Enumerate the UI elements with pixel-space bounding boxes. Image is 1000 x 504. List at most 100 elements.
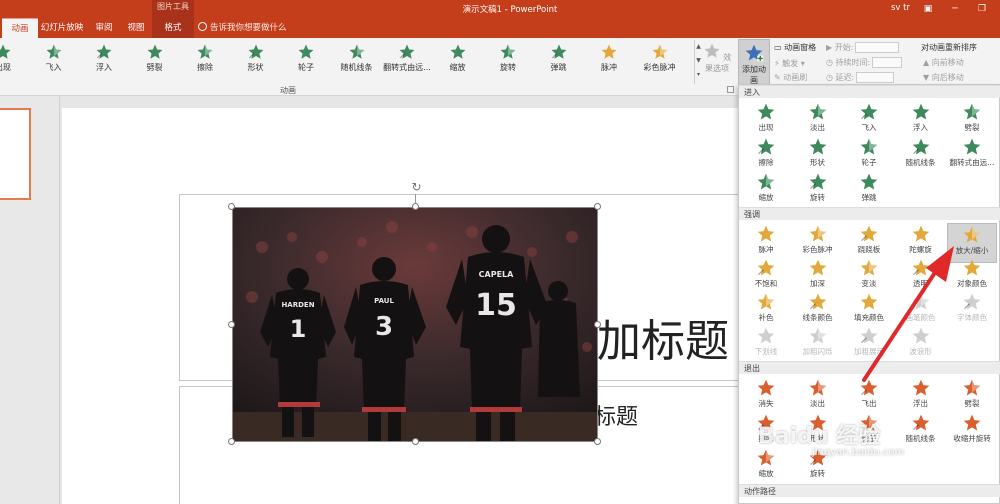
emphasis-effect-label: 放大/缩小	[955, 246, 989, 255]
gallery-effect-item[interactable]: 脉冲	[584, 40, 634, 84]
entrance-effect-item[interactable]: 形状	[793, 136, 843, 176]
delay-field[interactable]: ◷ 延迟:	[826, 72, 895, 83]
entrance-effect-item[interactable]: 出现	[741, 101, 791, 141]
entrance-effect-item[interactable]: 擦除	[741, 136, 791, 176]
gallery-effect-item[interactable]: 浮入	[79, 40, 129, 84]
resize-handle-n[interactable]	[412, 203, 419, 210]
exit-effect-item[interactable]: 淡出	[793, 377, 843, 417]
entrance-effect-item[interactable]: 翻转式由远...	[947, 136, 997, 176]
effect-options-button[interactable]: 效果选项	[700, 42, 734, 82]
animation-star-icon	[860, 259, 878, 276]
gallery-effect-item[interactable]: 出现	[0, 40, 28, 84]
entrance-effect-item[interactable]: 缩放	[741, 171, 791, 211]
resize-handle-nw[interactable]	[228, 203, 235, 210]
emphasis-effect-item[interactable]: 加粗展示	[844, 325, 894, 365]
tab-slideshow[interactable]: 幻灯片放映	[40, 18, 84, 38]
animation-star-icon	[912, 103, 929, 120]
exit-effect-item[interactable]: 劈裂	[947, 377, 997, 417]
entrance-effect-item[interactable]: 旋转	[793, 171, 843, 211]
tab-view[interactable]: 视图	[122, 18, 150, 38]
entrance-effect-item[interactable]: 轮子	[844, 136, 894, 176]
animation-star-icon	[96, 44, 112, 59]
entrance-effect-item[interactable]: 弹跳	[844, 171, 894, 211]
title-bar: 图片工具 演示文稿1 - PowerPoint sv tr ▣ ─ ❐	[0, 0, 1000, 18]
tab-animations[interactable]: 动画	[2, 18, 38, 38]
animation-star-icon	[912, 327, 929, 344]
entrance-effect-item[interactable]: 飞入	[844, 101, 894, 141]
animation-star-icon	[860, 379, 878, 396]
animation-star-icon	[963, 138, 981, 155]
gallery-effect-item[interactable]: 翻转式由远...	[382, 40, 432, 84]
gallery-effect-item[interactable]: 缩放	[433, 40, 483, 84]
animation-star-icon	[860, 225, 878, 242]
gallery-effect-item[interactable]: 轮子	[281, 40, 331, 84]
gallery-effect-label: 劈裂	[146, 63, 163, 72]
move-later-button[interactable]: ▼ 向后移动	[923, 72, 964, 83]
animation-star-icon	[757, 293, 775, 310]
tab-format[interactable]: 格式	[152, 18, 194, 38]
gallery-effect-label: 形状	[247, 63, 264, 72]
start-select[interactable]	[855, 42, 900, 53]
emphasis-effect-item[interactable]: 字体颜色	[947, 291, 997, 331]
emphasis-effect-item[interactable]: 下划线	[741, 325, 791, 365]
rotate-handle-icon[interactable]: ↻	[410, 181, 423, 194]
emphasis-effect-item[interactable]: 波浪形	[896, 325, 946, 365]
resize-handle-ne[interactable]	[594, 203, 601, 210]
resize-handle-e[interactable]	[594, 321, 601, 328]
gallery-effect-item[interactable]: 飞入	[29, 40, 79, 84]
animation-star-icon	[860, 173, 878, 190]
ribbon-tab-bar: 动画 幻灯片放映 审阅 视图 格式 告诉我你想要做什么	[0, 18, 1000, 38]
gallery-effect-item[interactable]: 弹跳	[534, 40, 584, 84]
gallery-effect-item[interactable]: 形状	[231, 40, 281, 84]
emphasis-effect-label: 透明	[913, 279, 928, 288]
slide-thumbnail-1[interactable]	[0, 108, 31, 200]
exit-effect-item[interactable]: 收缩并旋转	[947, 412, 997, 452]
gallery-effect-item[interactable]: 旋转	[483, 40, 533, 84]
entrance-effect-item[interactable]: 淡出	[793, 101, 843, 141]
exit-effect-item[interactable]: 浮出	[896, 377, 946, 417]
move-earlier-button[interactable]: ▲ 向前移动	[923, 57, 964, 68]
animation-star-icon	[809, 103, 826, 120]
effect-options-icon	[704, 43, 720, 58]
ribbon-display-icon[interactable]: ▣	[918, 2, 938, 16]
gallery-effect-label: 脉冲	[601, 63, 617, 72]
tab-review[interactable]: 审阅	[88, 18, 120, 38]
slide[interactable]: 加标题 标题 HARDEN 1 PAUL 3 CAPELA 15 ↻	[62, 108, 738, 504]
exit-effect-item[interactable]: 飞出	[844, 377, 894, 417]
minimize-icon[interactable]: ─	[945, 2, 965, 16]
animation-pane-button[interactable]: ▭ 动画窗格	[774, 42, 816, 53]
resize-handle-w[interactable]	[228, 321, 235, 328]
entrance-effect-item[interactable]: 随机线条	[896, 136, 946, 176]
exit-effect-item[interactable]: 随机线条	[896, 412, 946, 452]
entrance-effect-item[interactable]: 劈裂	[947, 101, 997, 141]
subtitle-text[interactable]: 标题	[594, 399, 638, 431]
gallery-effect-item[interactable]: 劈裂	[130, 40, 180, 84]
duration-field[interactable]: ◷ 持续时间:	[826, 57, 903, 68]
duration-input[interactable]	[872, 57, 903, 68]
maximize-icon[interactable]: ❐	[972, 2, 992, 16]
exit-effect-item[interactable]: 消失	[741, 377, 791, 417]
resize-handle-s[interactable]	[412, 438, 419, 445]
resize-handle-sw[interactable]	[228, 438, 235, 445]
emphasis-effect-item[interactable]: 加粗闪烁	[793, 325, 843, 365]
animation-star-icon	[963, 103, 981, 120]
exit-effect-item[interactable]: 缩放	[741, 447, 791, 487]
gallery-effect-item[interactable]: 随机线条	[332, 40, 382, 84]
title-text[interactable]: 加标题	[597, 305, 729, 369]
gallery-effect-label: 飞入	[45, 63, 62, 72]
entrance-effect-item[interactable]: 浮入	[896, 101, 946, 141]
animation-star-icon	[0, 44, 11, 59]
trigger-button[interactable]: ⚡ 触发 ▾	[774, 58, 805, 69]
animation-painter-button[interactable]: ✎ 动画刷	[774, 72, 807, 83]
start-field[interactable]: ▶ 开始:	[826, 42, 900, 53]
animation-star-icon	[860, 327, 878, 344]
gallery-effect-item[interactable]: 彩色脉冲	[635, 40, 685, 84]
user-name[interactable]: sv tr	[891, 3, 910, 13]
gallery-effect-item[interactable]: 擦除	[180, 40, 230, 84]
dialog-launcher-icon[interactable]	[727, 86, 734, 93]
emphasis-effect-label: 下划线	[754, 347, 778, 356]
resize-handle-se[interactable]	[594, 438, 601, 445]
tell-me-search[interactable]: 告诉我你想要做什么	[198, 18, 287, 38]
delay-input[interactable]	[856, 72, 895, 83]
add-animation-star-icon	[745, 44, 764, 62]
